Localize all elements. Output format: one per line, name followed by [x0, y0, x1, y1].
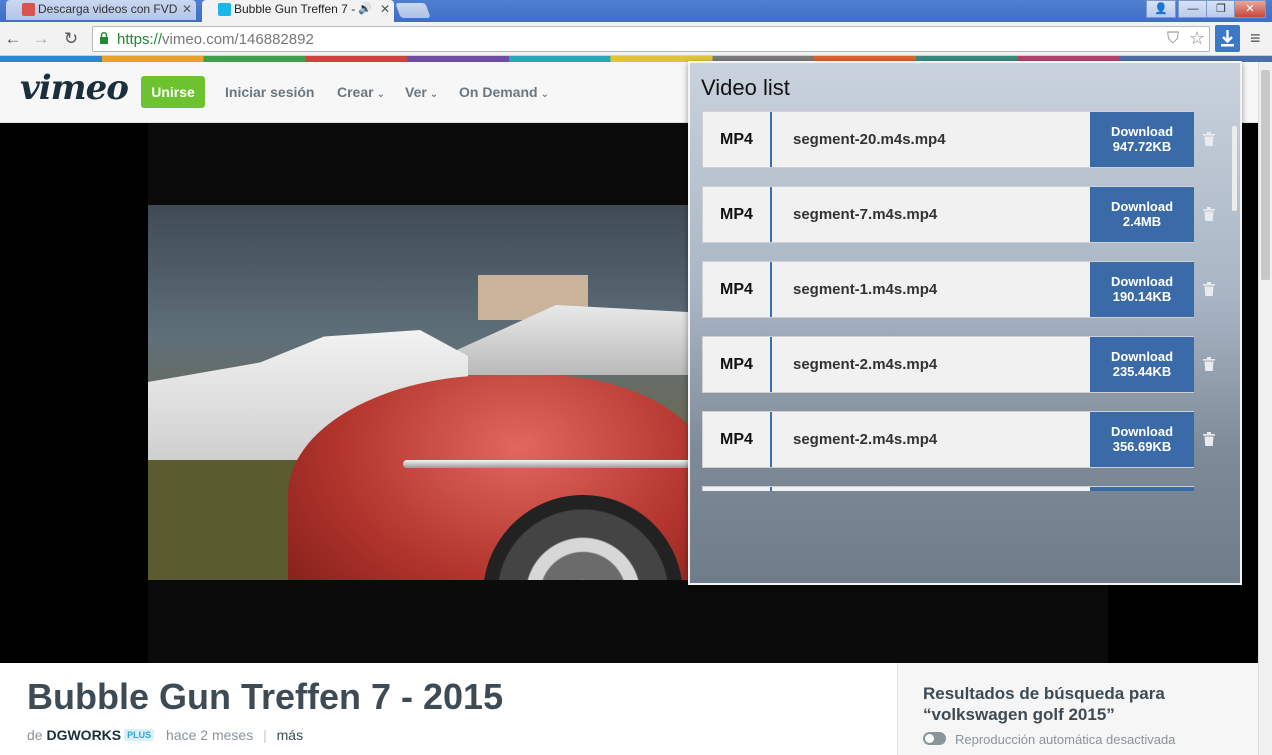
download-icon — [1221, 30, 1234, 47]
related-sidebar: Resultados de búsqueda para “volkswagen … — [897, 663, 1258, 755]
byline-prefix: de — [27, 727, 43, 743]
download-button[interactable]: Download 947.72KB — [1090, 112, 1194, 167]
list-item-partial — [702, 486, 1194, 491]
file-name: segment-2.m4s.mp4 — [793, 431, 938, 448]
download-button[interactable]: Download 2.4MB — [1090, 187, 1194, 242]
shield-icon[interactable]: ⛉ — [1167, 30, 1179, 48]
list-item: MP4 segment-2.m4s.mp4 Download 356.69KB — [702, 411, 1215, 468]
video-list-popup: Video list MP4 segment-20.m4s.mp4 Downlo… — [688, 61, 1242, 585]
star-icon[interactable]: ☆ — [1189, 28, 1205, 49]
download-button[interactable]: Download 356.69KB — [1090, 412, 1194, 467]
popup-title: Video list — [701, 75, 790, 100]
list-item: MP4 segment-1.m4s.mp4 Download 190.14KB — [702, 261, 1215, 318]
vimeo-logo[interactable]: vimeo — [20, 68, 129, 108]
close-window-button[interactable]: ✕ — [1234, 0, 1266, 18]
forward-button[interactable]: → — [30, 28, 52, 50]
trash-icon[interactable] — [1203, 207, 1215, 221]
video-frame[interactable] — [148, 205, 688, 580]
video-title: Bubble Gun Treffen 7 - 2015 — [27, 676, 504, 717]
list-item: MP4 segment-2.m4s.mp4 Download 235.44KB — [702, 336, 1215, 393]
upload-age: hace 2 meses — [166, 727, 254, 743]
download-button[interactable]: Download 190.14KB — [1090, 262, 1194, 317]
search-results-title: Resultados de búsqueda para “volkswagen … — [923, 684, 1165, 724]
create-menu[interactable]: Crear ⌄ — [337, 84, 385, 100]
user-icon[interactable]: 👤 — [1146, 0, 1176, 18]
separator: | — [263, 727, 267, 743]
join-button[interactable]: Unirse — [141, 76, 205, 108]
file-name: segment-2.m4s.mp4 — [793, 356, 938, 373]
autoplay-label: Reproducción automática desactivada — [955, 732, 1176, 747]
format-label: MP4 — [703, 112, 772, 167]
login-link[interactable]: Iniciar sesión — [225, 84, 314, 100]
format-label: MP4 — [703, 262, 772, 317]
new-tab-button[interactable] — [395, 3, 431, 18]
fvd-favicon-icon — [22, 3, 35, 16]
autoplay-toggle[interactable] — [923, 732, 946, 745]
more-link[interactable]: más — [277, 727, 303, 743]
address-bar[interactable]: https://vimeo.com/146882892 ⛉ ☆ — [92, 26, 1210, 52]
lock-icon — [100, 32, 108, 44]
ondemand-menu[interactable]: On Demand ⌄ — [459, 84, 549, 100]
download-button[interactable] — [1090, 487, 1194, 491]
close-icon[interactable]: ✕ — [380, 0, 390, 18]
vimeo-favicon-icon — [218, 3, 231, 16]
fvd-download-extension-button[interactable] — [1215, 25, 1240, 52]
format-label — [703, 487, 772, 491]
page-scrollbar-thumb[interactable] — [1261, 70, 1270, 280]
minimize-button[interactable]: — — [1178, 0, 1208, 18]
browser-tab-vimeo[interactable]: Bubble Gun Treffen 7 - 🔊 ✕ — [202, 0, 394, 22]
plus-badge: PLUS — [124, 729, 155, 741]
watch-menu[interactable]: Ver ⌄ — [405, 84, 438, 100]
list-item: MP4 segment-7.m4s.mp4 Download 2.4MB — [702, 186, 1215, 243]
video-scene-chrome-trim — [403, 460, 688, 468]
file-name: segment-7.m4s.mp4 — [793, 206, 938, 223]
page-scrollbar[interactable] — [1258, 62, 1272, 755]
browser-toolbar: ← → ↻ https://vimeo.com/146882892 ⛉ ☆ ≡ — [0, 22, 1272, 56]
format-label: MP4 — [703, 187, 772, 242]
menu-icon[interactable]: ≡ — [1250, 28, 1261, 49]
format-label: MP4 — [703, 337, 772, 392]
trash-icon[interactable] — [1203, 282, 1215, 296]
list-item: MP4 segment-20.m4s.mp4 Download 947.72KB — [702, 111, 1215, 168]
video-list: MP4 segment-20.m4s.mp4 Download 947.72KB … — [702, 111, 1227, 491]
chevron-down-icon: ⌄ — [429, 89, 439, 100]
video-byline: de DGWORKS PLUS hace 2 meses | más — [27, 727, 303, 743]
download-button[interactable]: Download 235.44KB — [1090, 337, 1194, 392]
author-link[interactable]: DGWORKS — [46, 727, 121, 743]
trash-icon[interactable] — [1203, 357, 1215, 371]
reload-button[interactable]: ↻ — [60, 28, 82, 50]
back-button[interactable]: ← — [2, 28, 24, 50]
chevron-down-icon: ⌄ — [540, 89, 549, 100]
restore-button[interactable]: ❐ — [1206, 0, 1236, 18]
trash-icon[interactable] — [1203, 432, 1215, 446]
popup-scrollbar-thumb[interactable] — [1232, 126, 1237, 211]
popup-scrollbar[interactable] — [1231, 111, 1239, 491]
url-text[interactable]: https://vimeo.com/146882892 — [117, 31, 314, 48]
browser-tab-fvd[interactable]: Descarga videos con FVD ✕ — [6, 0, 196, 20]
trash-icon[interactable] — [1203, 132, 1215, 146]
browser-tabstrip: Descarga videos con FVD ✕ Bubble Gun Tre… — [0, 0, 1272, 22]
tab-title: Bubble Gun Treffen 7 - — [234, 2, 356, 16]
file-name: segment-1.m4s.mp4 — [793, 281, 938, 298]
format-label: MP4 — [703, 412, 772, 467]
close-icon[interactable]: ✕ — [182, 0, 192, 18]
chevron-down-icon: ⌄ — [376, 89, 385, 100]
audio-icon[interactable]: 🔊 — [358, 0, 372, 18]
tab-title: Descarga videos con FVD — [38, 2, 178, 16]
file-name: segment-20.m4s.mp4 — [793, 131, 946, 148]
